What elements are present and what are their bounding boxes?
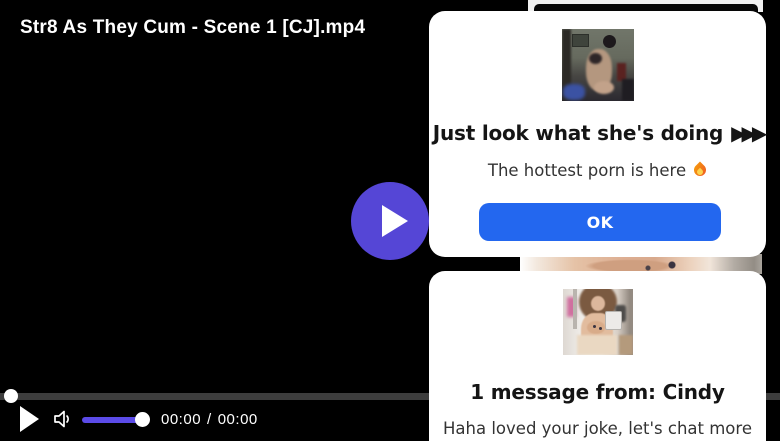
webcam-couple-thumbnail[interactable] bbox=[561, 29, 634, 101]
time-separator: / bbox=[207, 411, 212, 428]
triple-play-arrows-icon: ▶▶▶ bbox=[731, 121, 767, 145]
volume-button[interactable] bbox=[49, 407, 75, 433]
offer-heading: Just look what she's doing ▶▶▶ bbox=[429, 121, 768, 145]
photo-detail bbox=[592, 325, 596, 328]
photo-detail bbox=[598, 327, 602, 330]
offer-popup[interactable]: Just look what she's doing ▶▶▶ The hottes… bbox=[429, 11, 768, 257]
time-display: 00:00 / 00:00 bbox=[161, 411, 258, 428]
photo-detail bbox=[562, 84, 585, 100]
current-time: 00:00 bbox=[161, 411, 202, 428]
photo-detail bbox=[588, 53, 602, 64]
ok-button[interactable]: OK bbox=[479, 203, 721, 241]
play-icon bbox=[19, 406, 39, 432]
play-icon bbox=[381, 205, 408, 237]
offer-subtitle-text: The hottest porn is here bbox=[487, 161, 687, 180]
photo-detail bbox=[590, 296, 605, 311]
photo-detail bbox=[618, 335, 633, 355]
volume-icon bbox=[54, 410, 69, 428]
offer-subtitle: The hottest porn is here bbox=[429, 161, 766, 180]
photo-detail bbox=[576, 335, 617, 355]
photo-detail bbox=[604, 311, 622, 330]
flame-icon bbox=[694, 162, 707, 178]
photo-detail bbox=[602, 35, 616, 48]
photo-detail bbox=[572, 289, 577, 329]
page: Str8 As They Cum - Scene 1 [CJ].mp4 00:0… bbox=[0, 0, 780, 441]
play-button[interactable] bbox=[17, 406, 41, 434]
photo-detail bbox=[571, 34, 589, 47]
duration: 00:00 bbox=[217, 411, 258, 428]
message-body: Haha loved your joke, let's chat more bbox=[443, 419, 752, 438]
volume-thumb[interactable] bbox=[135, 412, 150, 427]
message-popup[interactable]: 1 message from: Cindy Haha loved your jo… bbox=[429, 271, 766, 441]
photo-detail bbox=[586, 321, 605, 334]
offer-heading-text: Just look what she's doing bbox=[432, 121, 724, 145]
photo-detail bbox=[621, 79, 634, 101]
mirror-selfie-thumbnail[interactable] bbox=[562, 289, 633, 355]
volume-slider[interactable] bbox=[82, 412, 150, 427]
video-title: Str8 As They Cum - Scene 1 [CJ].mp4 bbox=[20, 17, 366, 38]
big-play-button[interactable] bbox=[351, 182, 429, 260]
progress-thumb[interactable] bbox=[4, 389, 18, 403]
photo-detail bbox=[593, 81, 614, 94]
message-heading: 1 message from: Cindy bbox=[470, 380, 725, 404]
